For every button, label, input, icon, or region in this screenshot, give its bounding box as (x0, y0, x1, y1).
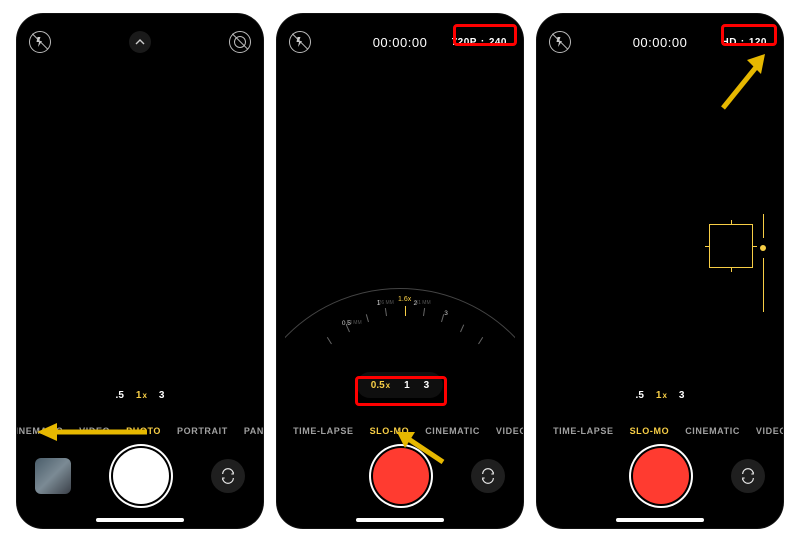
flash-off-icon[interactable] (289, 31, 311, 53)
exposure-sun-icon[interactable] (757, 242, 769, 254)
mode-pano[interactable]: PANO (244, 426, 263, 436)
zoom-selector[interactable]: .5 1x 3 (116, 382, 165, 408)
wheel-0.5: 0.513 MM (346, 320, 361, 326)
wheel-1: 126 MM (379, 300, 394, 306)
mode-portrait[interactable]: PORTRAIT (177, 426, 228, 436)
mode-timelapse[interactable]: TIME-LAPSE (293, 426, 354, 436)
zoom-1x[interactable]: 1x (656, 390, 667, 401)
mode-video[interactable]: VIDEO (79, 426, 110, 436)
mode-cinematic[interactable]: CINEMATIC (685, 426, 740, 436)
switch-camera-button[interactable] (211, 459, 245, 493)
zoom-3x[interactable]: 3 (679, 390, 685, 401)
flash-off-icon[interactable] (549, 31, 571, 53)
dot-separator: · (741, 37, 745, 47)
zoom-3x[interactable]: 3 (159, 390, 165, 401)
record-button[interactable] (373, 448, 429, 504)
last-photo-thumbnail[interactable] (295, 458, 331, 494)
record-button[interactable] (633, 448, 689, 504)
mode-photo[interactable]: PHOTO (126, 426, 161, 436)
chevron-up-icon[interactable] (129, 31, 151, 53)
annotation-arrow-quality (717, 50, 769, 110)
screen-slomo-720p: 00:00:00 720P · 240 0.513 MM 126 MM 1.6x… (277, 14, 523, 528)
top-bar: 00:00:00 HD · 120 (537, 28, 783, 56)
home-indicator (356, 518, 444, 522)
mode-timelapse[interactable]: TIME-LAPSE (553, 426, 614, 436)
screen-slomo-hd: 00:00:00 HD · 120 .5 1x 3 TIME-LAPSE SLO… (537, 14, 783, 528)
zoom-0.5x[interactable]: .5 (636, 390, 644, 401)
mode-selector[interactable]: TIME-LAPSE SLO-MO CINEMATIC VIDEO (277, 426, 523, 436)
zoom-0.5x[interactable]: .5 (116, 390, 124, 401)
wheel-1.6x-current: 1.6x (398, 296, 411, 303)
quality-resolution[interactable]: HD (722, 37, 737, 48)
wheel-2: 251 MM (415, 300, 430, 306)
shutter-button[interactable] (113, 448, 169, 504)
bottom-controls (17, 446, 263, 506)
dot-separator: · (481, 37, 485, 47)
top-bar (17, 28, 263, 56)
mode-cinematic[interactable]: CINEMATIC (425, 426, 480, 436)
zoom-wheel[interactable]: 0.513 MM 126 MM 1.6x 251 MM 3 (285, 278, 515, 368)
switch-camera-button[interactable] (471, 459, 505, 493)
quality-fps[interactable]: 120 (749, 37, 767, 48)
zoom-3x[interactable]: 3 (424, 380, 430, 391)
top-bar: 00:00:00 720P · 240 (277, 28, 523, 56)
home-indicator (616, 518, 704, 522)
live-photo-off-icon[interactable] (229, 31, 251, 53)
mode-video[interactable]: VIDEO (756, 426, 783, 436)
quality-selector[interactable]: 720P · 240 (448, 35, 511, 50)
home-indicator (96, 518, 184, 522)
zoom-1x[interactable]: 1x (136, 390, 147, 401)
quality-resolution[interactable]: 720P (452, 37, 477, 48)
zoom-selector[interactable]: .5 1x 3 (636, 382, 685, 408)
zoom-0.5x[interactable]: 0.5x (371, 380, 390, 391)
bottom-controls (277, 446, 523, 506)
mode-video[interactable]: VIDEO (496, 426, 523, 436)
mode-slomo[interactable]: SLO-MO (630, 426, 670, 436)
switch-camera-button[interactable] (731, 459, 765, 493)
focus-exposure-indicator[interactable] (709, 214, 769, 274)
quality-selector[interactable]: HD · 120 (718, 35, 771, 50)
mode-selector[interactable]: CINEMATIC VIDEO PHOTO PORTRAIT PANO (17, 426, 263, 436)
bottom-controls (537, 446, 783, 506)
record-timer: 00:00:00 (373, 28, 428, 56)
zoom-1x[interactable]: 1 (404, 380, 410, 391)
mode-slomo[interactable]: SLO-MO (370, 426, 410, 436)
screen-photo-mode: .5 1x 3 CINEMATIC VIDEO PHOTO PORTRAIT P… (17, 14, 263, 528)
record-timer: 00:00:00 (633, 28, 688, 56)
mode-selector[interactable]: TIME-LAPSE SLO-MO CINEMATIC VIDEO (537, 426, 783, 436)
flash-off-icon[interactable] (29, 31, 51, 53)
last-photo-thumbnail[interactable] (35, 458, 71, 494)
last-photo-thumbnail[interactable] (555, 458, 591, 494)
mode-cinematic[interactable]: CINEMATIC (17, 426, 63, 436)
quality-fps[interactable]: 240 (489, 37, 507, 48)
zoom-selector[interactable]: 0.5x 1 3 (357, 372, 443, 398)
